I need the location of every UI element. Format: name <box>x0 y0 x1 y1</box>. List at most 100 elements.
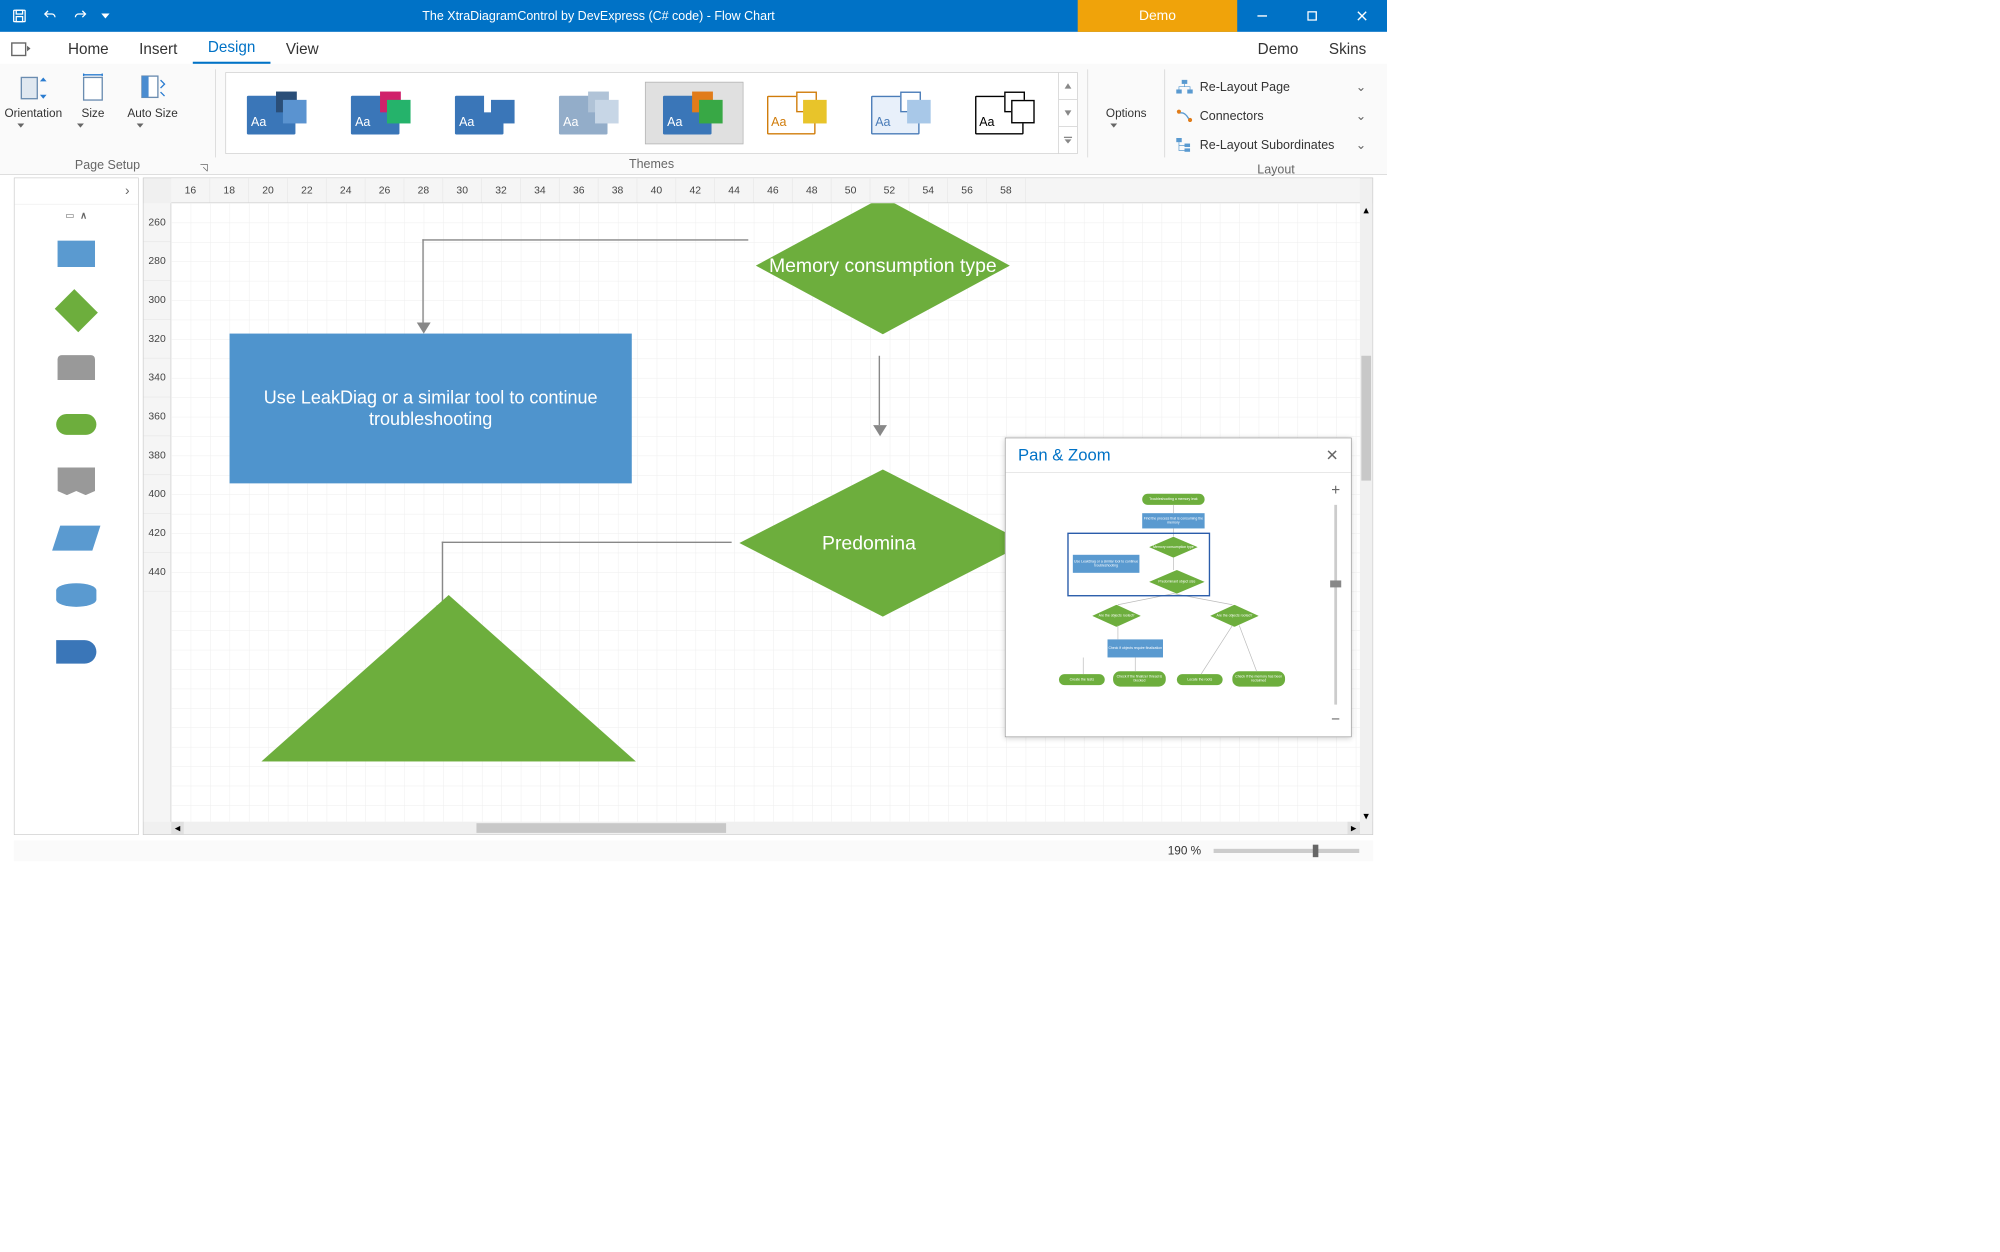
shape-data[interactable] <box>15 339 138 396</box>
qat-undo-button[interactable] <box>37 3 62 28</box>
ruler-tick: 58 <box>987 178 1026 202</box>
vertical-scrollbar[interactable]: ▴ ▾ <box>1360 203 1372 822</box>
ruler-tick: 30 <box>443 178 482 202</box>
ruler-tick: 320 <box>144 320 171 359</box>
theme-swatch[interactable]: Aa <box>853 82 951 144</box>
connector <box>442 542 732 543</box>
ruler-tick: 340 <box>144 359 171 398</box>
viewport-indicator[interactable] <box>1067 533 1210 597</box>
file-menu-button[interactable] <box>6 35 37 64</box>
decision-label-2: Predomina <box>822 532 916 554</box>
ruler-tick: 40 <box>637 178 676 202</box>
options-label: Options <box>1106 107 1147 121</box>
tab-view[interactable]: View <box>271 35 334 64</box>
group-themes: Themes <box>629 157 674 171</box>
arrow-down-icon <box>873 425 887 436</box>
ruler-tick: 38 <box>598 178 637 202</box>
partial-shape[interactable] <box>261 595 635 761</box>
relayout-subs-label: Re-Layout Subordinates <box>1200 138 1335 153</box>
ruler-tick: 54 <box>909 178 948 202</box>
theme-swatch[interactable]: Aa <box>645 82 743 144</box>
shape-document[interactable] <box>15 453 138 510</box>
theme-swatch[interactable]: Aa <box>541 82 639 144</box>
tab-skins[interactable]: Skins <box>1314 35 1382 64</box>
gallery-more-button[interactable] <box>1059 127 1077 153</box>
orientation-button[interactable]: Orientation <box>6 72 61 155</box>
ruler-tick: 20 <box>249 178 288 202</box>
tab-insert[interactable]: Insert <box>124 35 193 64</box>
tab-design[interactable]: Design <box>193 33 271 64</box>
connectors-button[interactable]: Connectors⌄ <box>1176 104 1366 128</box>
autosize-label: Auto Size <box>127 107 177 121</box>
demo-context-tab[interactable]: Demo <box>1078 0 1238 32</box>
process-label: Use LeakDiag or a similar tool to contin… <box>243 387 617 430</box>
maximize-button[interactable] <box>1287 0 1337 32</box>
ruler-tick: 50 <box>832 178 871 202</box>
decision-memory-consumption[interactable]: Memory consumption type <box>716 203 1049 356</box>
ruler-tick: 32 <box>482 178 521 202</box>
ruler-tick: 18 <box>210 178 249 202</box>
ruler-tick: 26 <box>365 178 404 202</box>
pan-zoom-close-button[interactable]: ✕ <box>1326 446 1339 464</box>
pan-zoom-minimap[interactable]: Troubleshooting a memory leak Find the p… <box>1006 473 1321 737</box>
page-setup-launcher-icon[interactable] <box>198 162 209 173</box>
shape-cylinder[interactable] <box>15 567 138 624</box>
options-button[interactable]: Options <box>1095 72 1157 155</box>
pan-zoom-panel: Pan & Zoom ✕ Troubleshooting a memory le… <box>1005 438 1352 738</box>
qat-save-button[interactable] <box>7 3 32 28</box>
group-layout: Layout <box>1257 162 1294 176</box>
pan-zoom-title: Pan & Zoom <box>1018 446 1111 465</box>
shape-parallelogram[interactable] <box>15 510 138 567</box>
relayout-page-button[interactable]: Re-Layout Page⌄ <box>1176 75 1366 99</box>
theme-swatch[interactable]: Aa <box>437 82 535 144</box>
shapes-collapse-icon[interactable]: ∧ <box>80 209 87 221</box>
qat-redo-button[interactable] <box>68 3 93 28</box>
orientation-label: Orientation <box>4 107 62 121</box>
ruler-tick: 42 <box>676 178 715 202</box>
zoom-level: 190 % <box>1168 844 1201 858</box>
zoom-slider[interactable] <box>1334 505 1337 705</box>
relayout-subs-button[interactable]: Re-Layout Subordinates⌄ <box>1176 133 1366 157</box>
tab-home[interactable]: Home <box>53 35 124 64</box>
shape-terminator[interactable] <box>15 396 138 453</box>
autosize-button[interactable]: Auto Size <box>125 72 180 155</box>
minimize-button[interactable] <box>1237 0 1287 32</box>
relayout-page-label: Re-Layout Page <box>1200 79 1290 94</box>
connector <box>422 239 423 322</box>
ruler-vertical: 260280300320340360380400420440 <box>144 203 172 822</box>
theme-swatch[interactable]: Aa <box>333 82 431 144</box>
zoom-in-button[interactable]: + <box>1331 481 1340 499</box>
ruler-tick: 44 <box>715 178 754 202</box>
size-button[interactable]: Size <box>65 72 120 155</box>
ruler-tick: 280 <box>144 242 171 281</box>
theme-swatch[interactable]: Aa <box>229 82 327 144</box>
connector <box>879 356 880 425</box>
gallery-down-button[interactable] <box>1059 100 1077 127</box>
ruler-tick: 52 <box>870 178 909 202</box>
qat-customize-button[interactable] <box>98 3 112 28</box>
ruler-tick: 16 <box>171 178 210 202</box>
status-zoom-slider[interactable] <box>1214 849 1360 853</box>
shapes-collapse-button[interactable]: › <box>125 183 130 199</box>
close-button[interactable] <box>1337 0 1387 32</box>
ruler-tick: 46 <box>754 178 793 202</box>
shape-diamond[interactable] <box>15 282 138 339</box>
decision-label: Memory consumption type <box>769 255 997 277</box>
gallery-up-button[interactable] <box>1059 73 1077 100</box>
process-leakdiag[interactable]: Use LeakDiag or a similar tool to contin… <box>230 334 632 484</box>
shape-curved[interactable] <box>15 623 138 680</box>
horizontal-scrollbar[interactable]: ◂ ▸ <box>171 822 1360 834</box>
themes-gallery[interactable]: AaAaAaAaAaAaAaAa <box>225 72 1077 154</box>
zoom-out-button[interactable]: − <box>1331 710 1340 728</box>
ruler-tick: 360 <box>144 397 171 436</box>
status-bar: 190 % <box>14 841 1373 862</box>
shapes-filter-icon[interactable]: ▭ <box>65 209 74 221</box>
arrow-down-icon <box>417 322 431 333</box>
ruler-tick: 56 <box>948 178 987 202</box>
theme-swatch[interactable]: Aa <box>749 82 847 144</box>
tab-demo[interactable]: Demo <box>1242 35 1313 64</box>
theme-swatch[interactable]: Aa <box>957 82 1055 144</box>
ruler-tick: 36 <box>560 178 599 202</box>
shape-rectangle[interactable] <box>15 225 138 282</box>
window-title: The XtraDiagramControl by DevExpress (C#… <box>119 9 1077 24</box>
